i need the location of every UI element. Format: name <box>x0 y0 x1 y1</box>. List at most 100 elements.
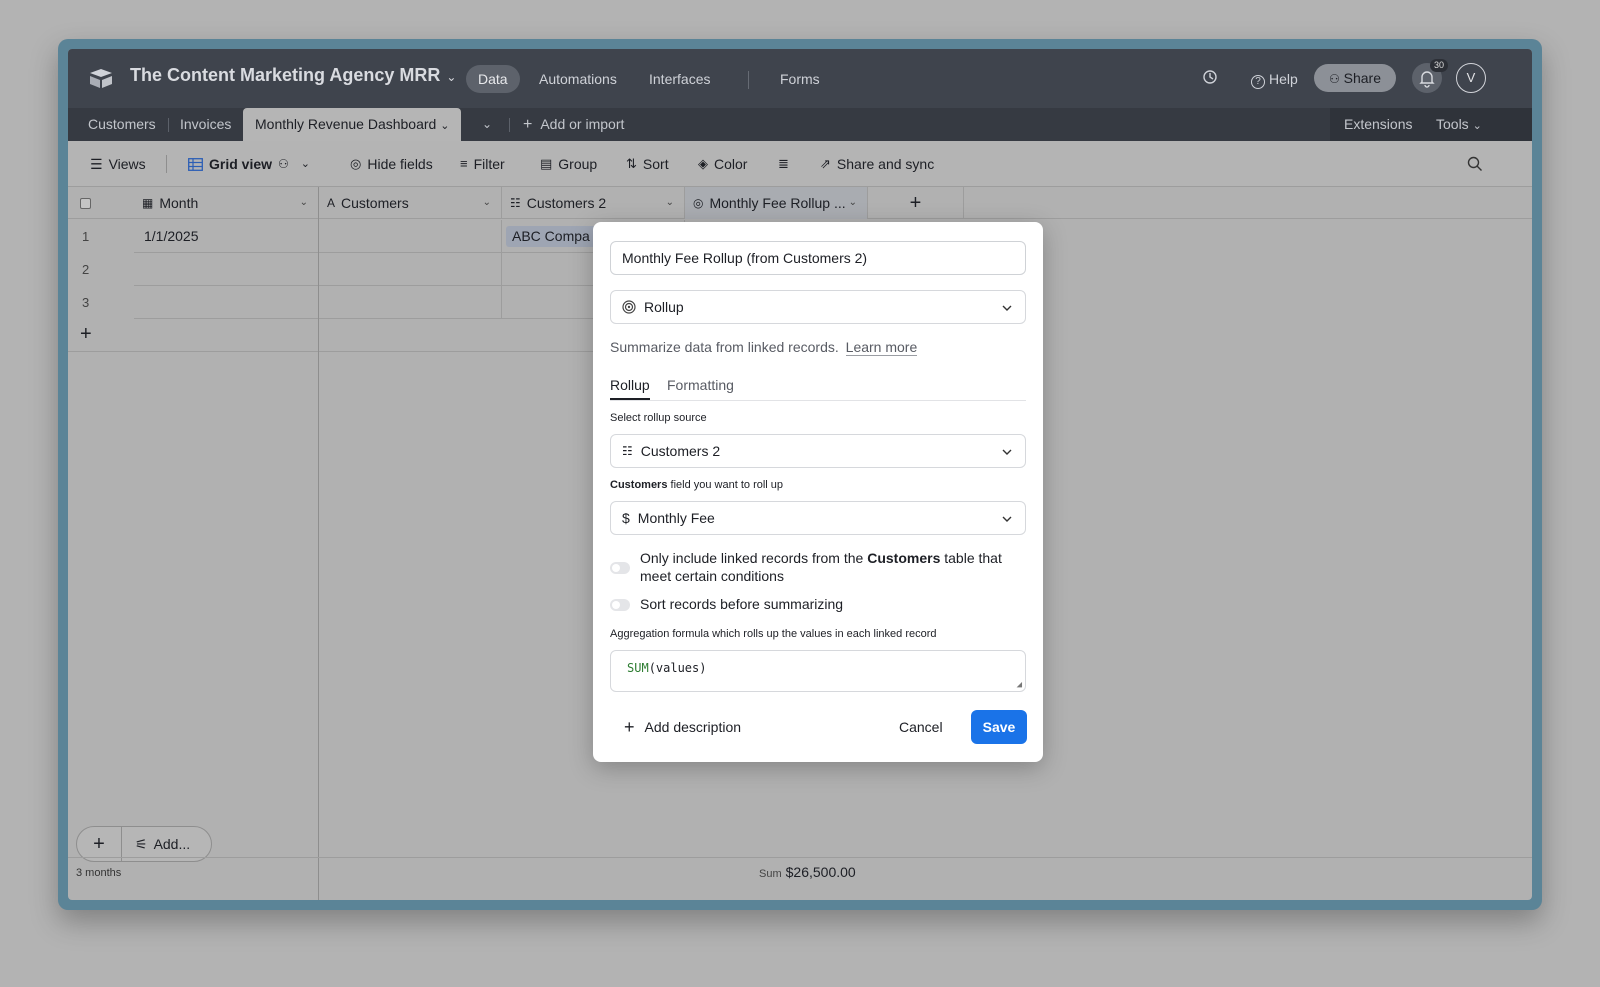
base-logo-icon[interactable] <box>88 67 114 89</box>
filter-icon: ≡ <box>460 156 468 171</box>
search-icon[interactable] <box>1467 156 1483 172</box>
cancel-button[interactable]: Cancel <box>899 710 943 744</box>
add-field-button[interactable]: + <box>868 187 964 219</box>
sort-button[interactable]: ⇅ Sort <box>626 154 669 174</box>
tab-divider <box>168 118 169 132</box>
tools-button[interactable]: Tools ⌄ <box>1436 108 1482 141</box>
grid-view-button[interactable]: Grid view ⚇ ⌄ <box>188 154 310 174</box>
row-number: 1 <box>82 229 90 244</box>
add-record-button[interactable]: + <box>77 827 122 861</box>
add-extension-button[interactable]: ⚟ Add... <box>135 827 190 861</box>
grid-header: ▦ Month ⌄ A Customers ⌄ ☷ Customers 2 ⌄ ◎ Month… <box>68 187 1532 219</box>
table-tabs-bar: Customers Invoices Monthly Revenue Dashb… <box>68 108 1532 142</box>
nav-forms[interactable]: Forms <box>780 65 820 93</box>
month-cell[interactable] <box>134 286 319 319</box>
chevron-down-icon: ⌄ <box>300 158 311 170</box>
chevron-down-icon[interactable]: ⌄ <box>849 187 857 219</box>
share-and-sync-button[interactable]: ⇗ Share and sync <box>820 154 934 174</box>
row-height-button[interactable]: ≣ <box>778 154 789 174</box>
tools-area: Extensions Tools ⌄ <box>1330 108 1532 141</box>
base-title[interactable]: The Content Marketing Agency MRR ⌄ <box>130 65 456 86</box>
linked-record-chip[interactable]: ABC Compa <box>506 226 596 247</box>
tab-formatting[interactable]: Formatting <box>667 377 734 393</box>
customers-cell[interactable] <box>319 286 502 319</box>
tab-rollup[interactable]: Rollup <box>610 377 650 400</box>
save-button[interactable]: Save <box>971 710 1027 744</box>
chevron-down-icon[interactable]: ⌄ <box>483 187 491 219</box>
record-count: 3 months <box>76 867 122 879</box>
add-description-button[interactable]: + Add description <box>624 710 741 744</box>
dollar-icon: $ <box>622 510 630 526</box>
eye-slash-icon: ◎ <box>350 156 362 171</box>
add-or-import-button[interactable]: + Add or import <box>523 108 624 141</box>
column-header-monthly-fee-rollup[interactable]: ◎ Monthly Fee Rollup ... ⌄ <box>685 187 868 219</box>
rollup-summary[interactable]: Sum $26,500.00 <box>759 864 856 880</box>
frozen-column-divider <box>318 187 319 900</box>
month-cell[interactable]: 1/1/2025 <box>134 220 319 253</box>
field-name-input[interactable]: Monthly Fee Rollup (from Customers 2) <box>610 241 1026 275</box>
row-number: 3 <box>82 295 90 310</box>
select-all-checkbox[interactable] <box>80 197 91 209</box>
add-record-plus-icon[interactable]: + <box>68 319 319 352</box>
tab-monthly-revenue-dashboard[interactable]: Monthly Revenue Dashboard ⌄ <box>243 108 462 142</box>
chevron-down-icon[interactable]: ⌄ <box>300 187 308 219</box>
hide-fields-button[interactable]: ◎ Hide fields <box>350 154 433 174</box>
plus-icon: + <box>624 717 635 737</box>
resize-handle-icon[interactable]: ◢ <box>1017 680 1022 690</box>
paint-bucket-icon: ◈ <box>698 156 708 171</box>
group-button[interactable]: ▤ Group <box>540 154 597 174</box>
nav-automations[interactable]: Automations <box>539 65 617 93</box>
chevron-down-icon[interactable]: ⌄ <box>666 187 674 219</box>
tabs-overflow-chevron-icon[interactable]: ⌄ <box>482 108 492 141</box>
tab-customers[interactable]: Customers <box>88 108 156 141</box>
color-button[interactable]: ◈ Color <box>698 154 747 174</box>
chevron-down-icon: ⌄ <box>1472 120 1482 132</box>
chevron-down-icon <box>1002 449 1012 455</box>
linked-record-icon: ☷ <box>622 444 633 458</box>
learn-more-link[interactable]: Learn more <box>845 339 918 356</box>
tab-invoices[interactable]: Invoices <box>180 108 231 141</box>
history-icon[interactable] <box>1202 69 1218 85</box>
column-header-customers-2[interactable]: ☷ Customers 2 ⌄ <box>502 187 685 219</box>
month-cell[interactable] <box>134 253 319 286</box>
text-field-icon: A <box>327 196 336 210</box>
help-button[interactable]: ? Help <box>1251 65 1298 93</box>
summary-bar: 3 months Sum $26,500.00 <box>68 857 1532 890</box>
views-button[interactable]: ☰ Views <box>90 154 146 174</box>
row-height-icon: ≣ <box>778 156 789 171</box>
filter-button[interactable]: ≡ Filter <box>460 154 505 174</box>
rollup-field-select[interactable]: $ Monthly Fee <box>610 501 1026 535</box>
nav-data[interactable]: Data <box>466 65 520 93</box>
field-type-select[interactable]: Rollup <box>610 290 1026 324</box>
help-icon: ? <box>1251 75 1265 89</box>
nav-interfaces[interactable]: Interfaces <box>649 65 710 93</box>
menu-icon: ☰ <box>90 156 103 172</box>
customers-cell[interactable] <box>319 253 502 286</box>
sort-records-toggle-label: Sort records before summarizing <box>640 596 844 612</box>
user-avatar[interactable]: V <box>1456 63 1486 93</box>
extensions-button[interactable]: Extensions <box>1344 108 1412 141</box>
notification-count-badge: 30 <box>1430 59 1449 72</box>
column-header-customers[interactable]: A Customers ⌄ <box>319 187 502 219</box>
aggregation-formula-label: Aggregation formula which rolls up the v… <box>610 628 937 640</box>
share-button[interactable]: ⚇ Share <box>1314 64 1396 92</box>
aggregation-formula-input[interactable]: SUM(values) ◢ <box>610 650 1026 692</box>
people-icon: ⚇ <box>1328 72 1340 86</box>
rollup-source-select[interactable]: ☷ Customers 2 <box>610 434 1026 468</box>
view-toolbar: ☰ Views Grid view ⚇ ⌄ ◎ Hide fields ≡ Filte… <box>68 141 1532 187</box>
chevron-down-icon <box>1002 305 1012 311</box>
column-header-month[interactable]: ▦ Month ⌄ <box>134 187 319 219</box>
tabs-divider <box>610 400 1026 401</box>
select-all-cell[interactable] <box>68 187 134 219</box>
grid-view-icon <box>188 157 203 171</box>
customers-cell[interactable] <box>319 220 502 253</box>
rollup-icon <box>622 300 636 314</box>
external-link-icon: ⇗ <box>820 156 831 171</box>
sort-records-toggle[interactable] <box>610 598 630 616</box>
top-bar: The Content Marketing Agency MRR ⌄ Data A… <box>68 49 1532 108</box>
conditions-toggle-label: Only include linked records from the Cus… <box>640 550 1002 584</box>
conditions-toggle[interactable] <box>610 561 630 579</box>
sort-icon: ⇅ <box>626 156 637 171</box>
linked-record-icon: ☷ <box>510 196 521 210</box>
group-icon: ▤ <box>540 156 553 171</box>
